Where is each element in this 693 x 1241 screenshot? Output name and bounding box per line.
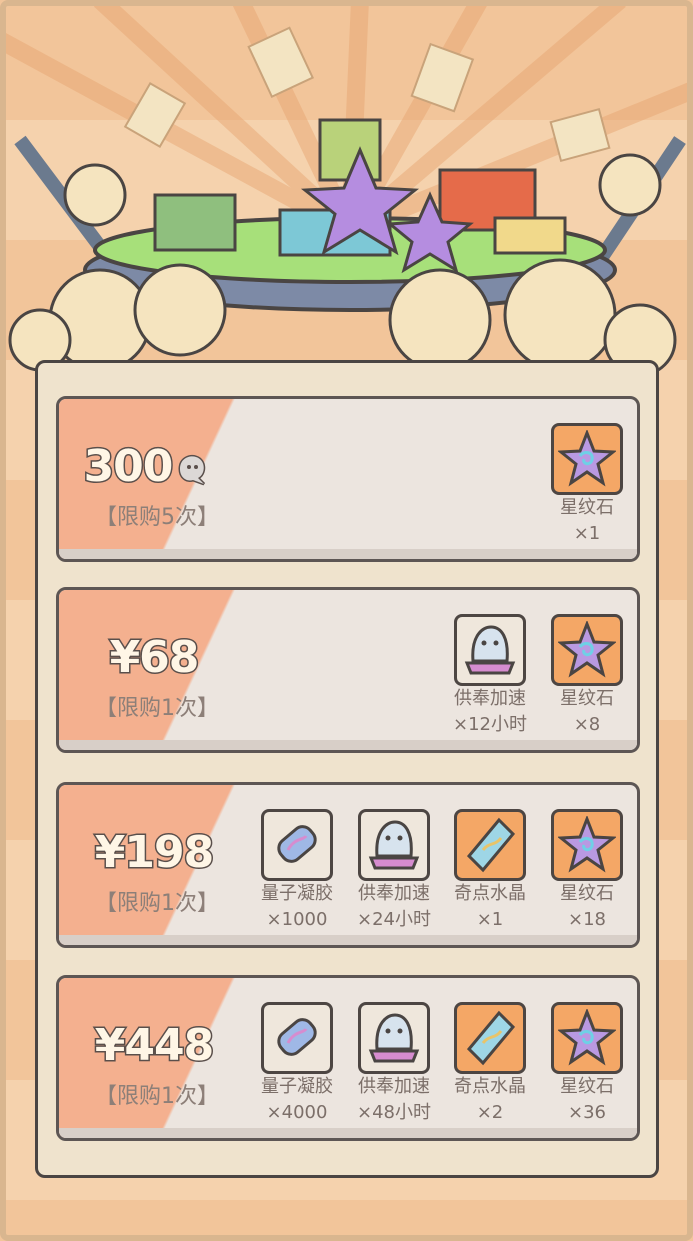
quantum-gel-icon	[277, 825, 317, 863]
purchase-limit: 【限购1次】	[95, 696, 219, 721]
card-shadow	[59, 740, 637, 750]
item-name: 星纹石	[560, 883, 614, 904]
gift-pile-banner	[0, 0, 693, 377]
star-stone-icon	[558, 1009, 616, 1066]
item-frame	[261, 1002, 333, 1074]
item-frame	[454, 809, 526, 881]
reward-item[interactable]: 星纹石 ×36	[542, 1002, 632, 1126]
item-name: 供奉加速	[358, 883, 430, 904]
item-name: 供奉加速	[454, 688, 526, 709]
item-name: 奇点水晶	[454, 883, 526, 904]
ghost-speedup-icon	[464, 625, 516, 675]
item-name: 供奉加速	[358, 1076, 430, 1097]
offer-price: ¥448	[93, 1019, 215, 1073]
item-qty: ×24小时	[357, 909, 431, 930]
item-frame	[551, 809, 623, 881]
item-frame	[551, 1002, 623, 1074]
item-qty: ×1000	[266, 909, 328, 930]
offer-list-panel: 300 【限购5次】 星纹石 ×1 ¥68 【限购1次】 供奉加速 ×12小时 …	[35, 360, 659, 1178]
star-stone-icon	[558, 816, 616, 873]
reward-item[interactable]: 量子凝胶 ×1000	[252, 809, 342, 933]
offer-price: ¥68	[108, 631, 201, 685]
reward-item[interactable]: 量子凝胶 ×4000	[252, 1002, 342, 1126]
item-qty: ×2	[476, 1102, 504, 1123]
item-name: 星纹石	[560, 497, 614, 518]
offer-card[interactable]: 300 【限购5次】 星纹石 ×1	[56, 396, 640, 562]
card-shadow	[59, 549, 637, 559]
item-name: 奇点水晶	[454, 1076, 526, 1097]
item-frame	[454, 614, 526, 686]
star-stone-icon	[558, 430, 616, 487]
item-name: 量子凝胶	[261, 1076, 333, 1097]
purchase-limit: 【限购1次】	[95, 891, 219, 916]
item-name: 星纹石	[560, 1076, 614, 1097]
reward-item[interactable]: 奇点水晶 ×1	[445, 809, 535, 933]
price-text: 300	[82, 440, 175, 494]
reward-item[interactable]: 星纹石 ×1	[542, 423, 632, 547]
offer-card[interactable]: ¥68 【限购1次】 供奉加速 ×12小时 星纹石 ×8	[56, 587, 640, 753]
reward-item[interactable]: 供奉加速 ×12小时	[445, 614, 535, 738]
item-frame	[261, 809, 333, 881]
item-frame	[358, 1002, 430, 1074]
singularity-crystal-icon	[466, 817, 516, 873]
star-stone-icon	[558, 621, 616, 678]
item-qty: ×8	[573, 714, 601, 735]
item-qty: ×1	[573, 523, 601, 544]
purchase-limit: 【限购1次】	[95, 1084, 219, 1109]
item-name: 量子凝胶	[261, 883, 333, 904]
item-qty: ×18	[568, 909, 606, 930]
purchase-limit: 【限购5次】	[95, 505, 219, 530]
offer-price: 300	[82, 440, 213, 494]
reward-item[interactable]: 星纹石 ×18	[542, 809, 632, 933]
item-qty: ×4000	[266, 1102, 328, 1123]
item-qty: ×48小时	[357, 1102, 431, 1123]
quantum-gel-icon	[277, 1018, 317, 1056]
ghost-speedup-icon	[368, 820, 420, 870]
item-qty: ×12小时	[453, 714, 527, 735]
item-qty: ×1	[476, 909, 504, 930]
reward-item[interactable]: 星纹石 ×8	[542, 614, 632, 738]
ghost-coin-icon	[178, 454, 206, 486]
card-shadow	[59, 935, 637, 945]
item-frame	[551, 614, 623, 686]
item-frame	[551, 423, 623, 495]
item-frame	[454, 1002, 526, 1074]
reward-item[interactable]: 奇点水晶 ×2	[445, 1002, 535, 1126]
card-shadow	[59, 1128, 637, 1138]
item-name: 星纹石	[560, 688, 614, 709]
item-frame	[358, 809, 430, 881]
offer-card[interactable]: ¥448 【限购1次】 量子凝胶 ×4000 供奉加速 ×48小时 奇点水晶 ×…	[56, 975, 640, 1141]
offer-price: ¥198	[93, 826, 215, 880]
ghost-speedup-icon	[368, 1013, 420, 1063]
singularity-crystal-icon	[466, 1010, 516, 1066]
reward-item[interactable]: 供奉加速 ×24小时	[349, 809, 439, 933]
shop-screen: 300 【限购5次】 星纹石 ×1 ¥68 【限购1次】 供奉加速 ×12小时 …	[0, 0, 693, 1241]
offer-card[interactable]: ¥198 【限购1次】 量子凝胶 ×1000 供奉加速 ×24小时 奇点水晶 ×…	[56, 782, 640, 948]
reward-item[interactable]: 供奉加速 ×48小时	[349, 1002, 439, 1126]
item-qty: ×36	[568, 1102, 606, 1123]
